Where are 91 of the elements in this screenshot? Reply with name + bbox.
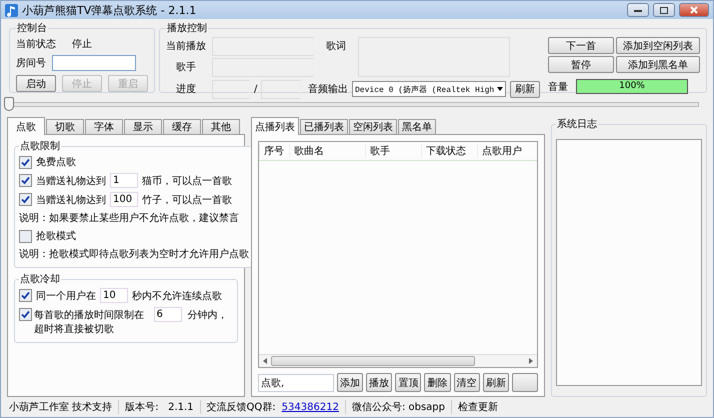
checkbox-label: 当赠送礼物达到 <box>36 194 106 206</box>
volume-label: 音量 <box>548 80 568 94</box>
scroll-thumb[interactable] <box>271 356 475 366</box>
audio-output-label: 音频输出 <box>308 82 348 96</box>
status-text: 微信公众号: obsapp <box>352 401 445 414</box>
maximize-button[interactable] <box>653 3 675 17</box>
column-header[interactable]: 下载状态 <box>421 144 477 158</box>
seek-slider[interactable] <box>7 95 699 113</box>
column-header[interactable]: 歌手 <box>365 144 421 158</box>
checkbox-label: 抢歌模式 <box>36 230 76 243</box>
playback-button[interactable]: 下一首 <box>548 37 614 54</box>
status-text: 检查更新 <box>458 400 498 414</box>
suffix-label: 分钟内， <box>188 308 228 322</box>
close-icon <box>690 6 698 14</box>
horizontal-scrollbar[interactable] <box>259 354 537 367</box>
checkbox[interactable] <box>19 289 32 302</box>
number-field[interactable]: 100 <box>110 192 138 207</box>
checkbox[interactable] <box>19 156 32 168</box>
tab[interactable]: 已播列表 <box>300 119 348 134</box>
maximize-icon <box>660 6 668 14</box>
checkbox[interactable] <box>19 230 32 242</box>
checkbox[interactable] <box>19 193 32 206</box>
status-label: 当前状态 <box>16 38 56 51</box>
playback-button[interactable]: 添加到空闲列表 <box>616 37 700 54</box>
note-text: 说明：如果要禁止某些用户不允许点歌，建议禁言 <box>19 212 240 225</box>
tab[interactable]: 点播列表 <box>251 117 299 135</box>
suffix-label: 秒内不允许连续点歌 <box>132 290 222 302</box>
minimize-button[interactable] <box>627 3 649 17</box>
music-note-icon <box>5 4 18 16</box>
window-title: 小葫芦熊猫TV弹幕点歌系统 - 2.1.1 <box>22 2 198 18</box>
seek-thumb[interactable] <box>4 96 14 110</box>
singer-label: 歌手 <box>175 60 197 74</box>
tab[interactable]: 空闲列表 <box>349 119 397 134</box>
minimize-icon <box>634 8 642 12</box>
progress-label: 进度 <box>175 82 197 96</box>
list-action-button[interactable] <box>512 373 538 392</box>
status-value: 停止 <box>72 38 92 51</box>
checkbox-label: 超时将直接被切歌 <box>34 322 115 336</box>
separator-text: / <box>254 84 258 94</box>
group-title: 点歌冷却 <box>19 272 61 286</box>
now-playing-label: 当前播放 <box>166 40 207 53</box>
tab[interactable]: 切歌 <box>46 119 84 134</box>
tab[interactable]: 显示 <box>124 119 162 134</box>
list-action-button[interactable]: 清空 <box>454 373 480 392</box>
list-action-button[interactable]: 置顶 <box>395 373 422 392</box>
room-field[interactable] <box>52 55 136 71</box>
playback-button[interactable]: 暂停 <box>548 56 614 73</box>
qq-group-link[interactable]: 534386212 <box>282 402 339 412</box>
checkbox[interactable] <box>19 308 32 321</box>
dropdown-arrow-icon <box>497 87 504 91</box>
scroll-left-icon[interactable] <box>261 357 269 365</box>
number-field[interactable]: 10 <box>100 288 128 303</box>
audio-device-dropdown[interactable]: Device 0 (扬声器 (Realtek High <box>352 81 506 97</box>
note-text: 说明：抢歌模式即待点歌列表为空时才允许用户点歌 <box>19 248 249 261</box>
list-action-button[interactable]: 删除 <box>424 373 451 392</box>
list-action-button[interactable]: 播放 <box>366 373 392 392</box>
playback-button[interactable]: 添加到黑名单 <box>616 56 700 73</box>
lyrics-label: 歌词 <box>325 40 347 53</box>
status-text: 交流反馈QQ群: <box>206 400 276 414</box>
list-action-button[interactable]: 添加 <box>337 373 364 392</box>
close-button[interactable] <box>679 3 709 17</box>
suffix-label: 猫币，可以点一首歌 <box>142 174 232 188</box>
tab[interactable]: 黑名单 <box>398 119 436 134</box>
checkbox-label: 当赠送礼物达到 <box>36 174 106 188</box>
volume-bar[interactable]: 100% <box>576 79 688 94</box>
console-button[interactable]: 启动 <box>16 75 56 92</box>
tab[interactable]: 缓存 <box>163 119 201 134</box>
tab[interactable]: 其他 <box>202 119 240 134</box>
column-header[interactable]: 点歌用户 <box>477 144 537 158</box>
checkbox-label: 同一个用户在 <box>36 290 96 302</box>
room-label: 房间号 <box>16 56 46 70</box>
group-title: 点歌限制 <box>19 140 61 153</box>
tab[interactable]: 字体 <box>85 119 123 134</box>
suffix-label: 竹子，可以点一首歌 <box>142 194 232 206</box>
tab[interactable]: 点歌 <box>7 117 45 135</box>
scroll-right-icon[interactable] <box>527 357 535 365</box>
group-title: 控制台 <box>16 22 48 35</box>
group-title: 系统日志 <box>556 118 598 131</box>
number-field[interactable]: 6 <box>154 307 182 322</box>
checkbox[interactable] <box>19 174 32 187</box>
checkbox-label: 每首歌的播放时间限制在 <box>34 308 145 322</box>
status-text: 版本号: 2.1.1 <box>125 400 194 414</box>
status-text: 小葫芦工作室 技术支持 <box>9 400 112 414</box>
column-header[interactable]: 序号 <box>259 144 289 158</box>
refresh-button[interactable]: 刷新 <box>510 80 540 98</box>
list-action-button[interactable]: 刷新 <box>482 373 509 392</box>
checkbox-label: 免费点歌 <box>36 156 76 169</box>
request-field[interactable]: 点歌, <box>258 374 334 392</box>
number-field[interactable]: 1 <box>110 173 138 188</box>
group-title: 播放控制 <box>166 22 208 35</box>
column-header[interactable]: 歌曲名 <box>289 144 365 158</box>
